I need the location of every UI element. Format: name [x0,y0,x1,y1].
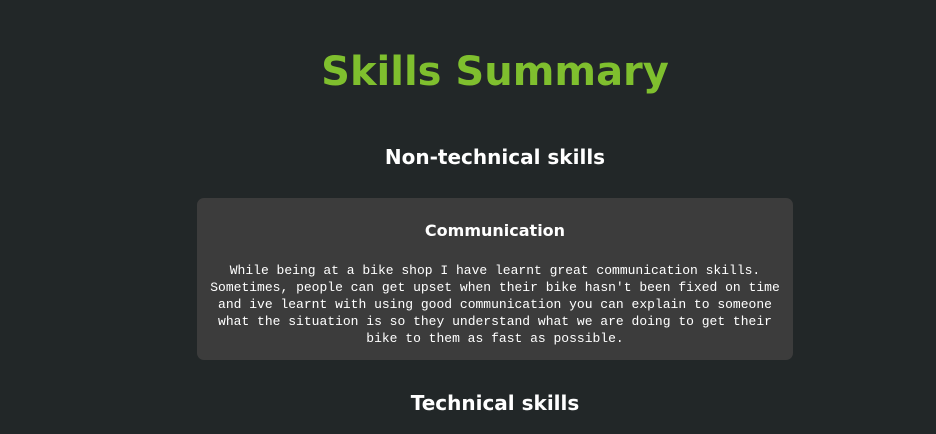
skills-summary-page: Skills Summary Non-technical skills Comm… [0,0,936,434]
technical-skills-heading: Technical skills [410,391,580,415]
skill-card-description: While being at a bike shop I have learnt… [210,263,780,346]
communication-skill-card: Communication While being at a bike shop… [197,198,793,360]
skill-card-title: Communication [424,221,566,240]
non-technical-skills-heading: Non-technical skills [384,145,606,169]
page-title: Skills Summary [321,49,669,95]
